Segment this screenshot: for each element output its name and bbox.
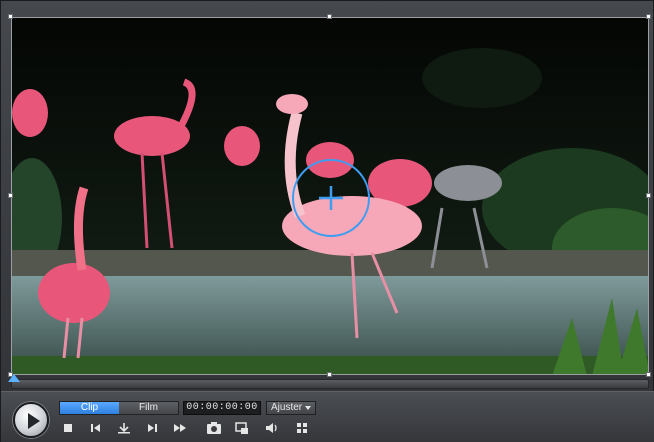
next-frame-icon <box>148 424 157 432</box>
control-bar: Clip Film 00:00:00:00 Ajuster <box>1 391 654 442</box>
previous-frame-icon <box>91 424 100 432</box>
tab-film[interactable]: Film <box>119 402 178 414</box>
video-frame-flamingos <box>12 18 648 374</box>
media-player-window: Clip Film 00:00:00:00 Ajuster <box>0 0 654 442</box>
trim-button[interactable] <box>115 420 133 436</box>
timeline-scrubber[interactable] <box>8 374 649 389</box>
trim-icon <box>118 423 130 434</box>
resize-handle-bottom[interactable] <box>327 372 332 377</box>
volume-icon <box>266 423 277 433</box>
resize-handle-top-left[interactable] <box>8 14 13 19</box>
stop-button[interactable] <box>59 420 77 436</box>
mode-tabs: Clip Film <box>59 401 179 415</box>
resize-icon <box>235 422 248 434</box>
chevron-down-icon <box>305 406 311 410</box>
fit-dropdown-label: Ajuster <box>271 402 303 413</box>
resize-handle-top-right[interactable] <box>646 14 651 19</box>
resize-handle-top[interactable] <box>327 14 332 19</box>
settings-button[interactable] <box>293 420 311 436</box>
camera-icon <box>207 422 221 434</box>
timecode-display[interactable]: 00:00:00:00 <box>183 401 261 415</box>
scrubber-thumb[interactable] <box>8 374 20 382</box>
previous-frame-button[interactable] <box>87 420 105 436</box>
play-icon <box>28 413 40 429</box>
next-frame-button[interactable] <box>143 420 161 436</box>
fit-dropdown[interactable]: Ajuster <box>266 401 316 415</box>
stop-icon <box>64 424 72 432</box>
resize-handle-left[interactable] <box>8 193 13 198</box>
resize-handle-bottom-right[interactable] <box>646 372 651 377</box>
settings-icon <box>297 423 307 433</box>
fast-forward-icon <box>174 424 186 432</box>
fast-forward-button[interactable] <box>171 420 189 436</box>
resize-output-button[interactable] <box>233 420 251 436</box>
volume-button[interactable] <box>263 420 281 436</box>
snapshot-button[interactable] <box>205 420 223 436</box>
video-preview[interactable] <box>11 17 649 375</box>
play-button[interactable] <box>13 402 49 438</box>
tab-clip[interactable]: Clip <box>60 402 119 414</box>
resize-handle-right[interactable] <box>646 193 651 198</box>
